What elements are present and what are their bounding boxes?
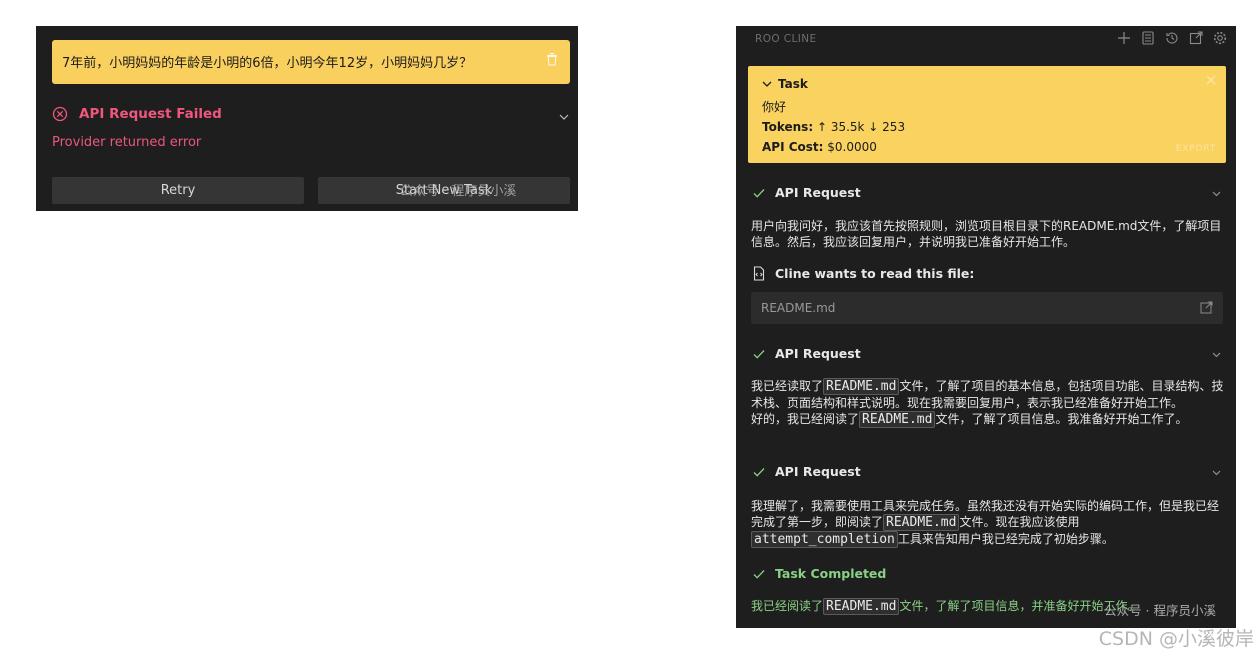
read-file-label: Cline wants to read this file: — [775, 266, 975, 281]
chevron-down-icon[interactable] — [1211, 187, 1222, 198]
text-span: 好的，我已经阅读了 — [751, 412, 860, 426]
task-label: Task — [778, 77, 808, 91]
tokens-value: ↑ 35.5k ↓ 253 — [816, 120, 906, 134]
error-message: Provider returned error — [52, 135, 202, 150]
error-title: API Request Failed — [79, 106, 222, 122]
close-icon[interactable] — [1206, 74, 1216, 85]
check-icon — [752, 465, 766, 479]
section-title: API Request — [775, 185, 861, 200]
history-list-icon[interactable] — [1140, 30, 1156, 46]
inline-code: attempt_completion — [751, 531, 898, 548]
header-toolbar — [1116, 30, 1228, 48]
tokens-label: Tokens: — [762, 120, 814, 134]
text-span: 文件。现在我应该使用 — [959, 515, 1080, 529]
message-text: 我理解了，我需要使用工具来完成任务。虽然我还没有开始实际的编码工作，但是我已经完… — [751, 498, 1225, 548]
chevron-down-icon[interactable] — [558, 108, 570, 120]
task-text: 你好 — [762, 100, 787, 114]
text-span: 工具来告知用户我已经完成了初始步骤。 — [897, 532, 1114, 546]
inline-code: README.md — [883, 514, 960, 531]
plus-icon[interactable] — [1116, 30, 1132, 46]
api-request-header[interactable]: API Request — [752, 346, 1222, 362]
export-button[interactable]: EXPORT — [1176, 144, 1216, 154]
file-name: README.md — [761, 301, 836, 315]
history-icon[interactable] — [1164, 30, 1180, 46]
text-span: 我已经阅读了 — [751, 599, 824, 613]
chevron-down-icon[interactable] — [1211, 348, 1222, 359]
task-completed-header: Task Completed — [752, 566, 1222, 582]
check-icon — [752, 186, 766, 200]
gear-icon[interactable] — [1212, 30, 1228, 46]
api-request-header[interactable]: API Request — [752, 464, 1222, 480]
text-span: 我已经读取了 — [751, 379, 824, 393]
right-chat-panel: ROO CLINE Task 你好 Tokens: ↑ 35.5k ↓ 253 … — [736, 26, 1236, 628]
popout-icon[interactable] — [1188, 30, 1204, 46]
trash-icon[interactable] — [546, 52, 558, 66]
check-icon — [752, 567, 766, 581]
section-title: API Request — [775, 464, 861, 479]
watermark: 公众号 · 程序员小溪 — [1104, 603, 1216, 618]
open-external-icon[interactable] — [1200, 301, 1213, 314]
section-title: Task Completed — [775, 566, 887, 581]
file-code-icon — [752, 266, 766, 281]
api-request-header[interactable]: API Request — [752, 185, 1222, 201]
inline-code: README.md — [859, 411, 936, 428]
api-request-failed-header[interactable]: API Request Failed — [52, 106, 570, 124]
retry-button[interactable]: Retry — [52, 177, 304, 204]
task-header[interactable]: Task — [762, 77, 808, 91]
api-cost-value: $0.0000 — [827, 140, 877, 154]
panel-title: ROO CLINE — [755, 33, 817, 45]
task-text: 7年前，小明妈妈的年龄是小明的6倍，小明今年12岁，小明妈妈几岁？ — [62, 56, 473, 71]
task-banner: 7年前，小明妈妈的年龄是小明的6倍，小明今年12岁，小明妈妈几岁？ — [52, 40, 570, 84]
tokens-row: Tokens: ↑ 35.5k ↓ 253 — [762, 120, 905, 134]
section-title: API Request — [775, 346, 861, 361]
task-card: Task 你好 Tokens: ↑ 35.5k ↓ 253 API Cost: … — [748, 66, 1226, 163]
check-icon — [752, 347, 766, 361]
left-chat-panel: 7年前，小明妈妈的年龄是小明的6倍，小明今年12岁，小明妈妈几岁？ API Re… — [36, 26, 578, 211]
csdn-watermark: CSDN @小溪彼岸 — [1098, 628, 1254, 650]
inline-code: README.md — [823, 598, 900, 615]
inline-code: README.md — [823, 378, 900, 395]
chevron-down-icon — [762, 77, 774, 91]
file-item[interactable]: README.md — [751, 292, 1223, 324]
chevron-down-icon[interactable] — [1211, 466, 1222, 477]
watermark: 公众号 · 程序员小溪 — [400, 184, 517, 199]
api-cost-row: API Cost: $0.0000 — [762, 140, 877, 154]
message-text: 我已经读取了 README.md 文件，了解了项目的基本信息，包括项目功能、目录结构… — [751, 378, 1225, 428]
message-text: 用户向我问好，我应该首先按照规则，浏览项目根目录下的README.md文件，了解… — [751, 219, 1222, 249]
error-circle-icon — [52, 106, 68, 122]
api-cost-label: API Cost: — [762, 140, 824, 154]
text-span: 文件，了解了项目信息。我准备好开始工作了。 — [935, 412, 1188, 426]
